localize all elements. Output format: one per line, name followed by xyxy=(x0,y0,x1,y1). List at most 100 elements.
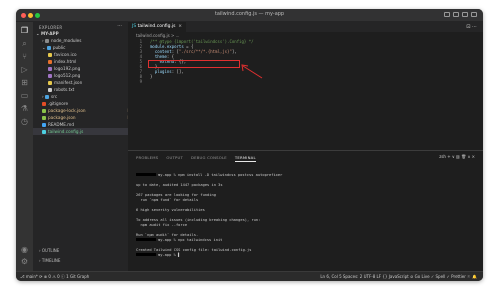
workspace-root[interactable]: ⌄ MY-APP xyxy=(33,30,131,37)
code-token: : [], xyxy=(171,69,184,74)
redacted-username xyxy=(136,173,156,176)
terminal-line: up to date, audited 1447 packages in 3s xyxy=(136,183,223,188)
panel-tab[interactable]: TERMINAL xyxy=(234,155,256,162)
tree-item-label: node_modules xyxy=(51,38,82,43)
panel-tab[interactable]: OUTPUT xyxy=(166,155,183,162)
tree-item[interactable]: index.html xyxy=(33,58,143,65)
tree-item-label: README.md xyxy=(48,122,74,127)
terminal-text: Created Tailwind CSS config file: tailwi… xyxy=(136,248,252,252)
tree-item[interactable]: logo192.png xyxy=(33,65,143,72)
extensions-icon[interactable]: ⊞ xyxy=(20,79,29,87)
terminal-text: 6 high severity vulnerabilities xyxy=(136,208,205,212)
tree-item-label: package.json xyxy=(48,115,76,120)
redacted-username xyxy=(136,253,156,256)
file-icon xyxy=(48,87,52,92)
toggle-sidebar-icon[interactable] xyxy=(444,12,450,17)
close-tab-icon[interactable]: × xyxy=(178,22,182,32)
breadcrumb[interactable]: tailwind.config.js > ... xyxy=(136,33,179,38)
redacted-username xyxy=(136,238,156,241)
panel-tab[interactable]: PROBLEMS xyxy=(136,155,158,162)
bottom-panel: PROBLEMS OUTPUT DEBUG CONSOLE TERMINAL zsh … xyxy=(128,150,483,272)
git-graph-icon[interactable]: ◷ xyxy=(20,118,29,126)
settings-gear-icon[interactable]: ⚙ xyxy=(20,258,29,266)
tree-item[interactable]: .gitignore xyxy=(33,100,137,107)
tree-item[interactable]: README.md xyxy=(33,121,137,128)
tree-item[interactable]: robots.txt xyxy=(33,86,143,93)
terminal-text: my-app % ▌ xyxy=(158,253,181,257)
tree-item[interactable]: ⌄ public xyxy=(33,44,137,51)
source-control-icon[interactable]: ⑂ xyxy=(20,53,29,61)
outline-section[interactable]: › OUTLINE xyxy=(39,248,59,253)
run-debug-icon[interactable]: ▷ xyxy=(20,66,29,74)
folder-icon xyxy=(46,45,51,50)
line-number: 9 xyxy=(139,79,142,84)
tree-item[interactable]: favicon.ico xyxy=(33,51,143,58)
timeline-section[interactable]: › TIMELINE xyxy=(39,258,60,263)
terminal-line: npm audit fix --force xyxy=(136,223,187,228)
file-icon xyxy=(48,80,52,85)
code-token: ], xyxy=(231,49,237,54)
file-icon xyxy=(48,73,52,78)
file-icon xyxy=(48,52,52,57)
tree-item-label: index.html xyxy=(54,59,77,64)
annotation-arrow xyxy=(241,64,263,79)
tree-item[interactable]: manifest.json xyxy=(33,79,143,86)
code-token: "./src/**/*.{html,js}" xyxy=(178,49,232,54)
account-icon[interactable]: ◉ xyxy=(20,246,29,254)
terminal-line: my-app % npx tailwindcss init xyxy=(136,238,222,243)
folder-icon xyxy=(45,94,50,99)
terminal-text: npm audit fix --force xyxy=(136,223,188,227)
search-icon[interactable]: ⌕ xyxy=(20,40,29,48)
status-left[interactable]: ⎇ main* ⟳ ⊗ 0 ⚠ 0 ⓘ 1 Git Graph xyxy=(20,274,89,280)
explorer-sidebar: EXPLORER ··· ⌄ MY-APP › node_modules ⌄ pu… xyxy=(33,22,137,271)
window-title: tailwind.config.js — my-app xyxy=(214,11,285,17)
tree-item[interactable]: package.jsonM xyxy=(33,114,137,121)
file-icon xyxy=(42,122,46,127)
title-bar: tailwind.config.js — my-app xyxy=(16,9,483,22)
folder-icon xyxy=(45,38,50,43)
code-token: } xyxy=(150,74,153,79)
terminal-text: my-app % npx tailwindcss init xyxy=(158,238,223,242)
vscode-window: tailwind.config.js — my-app ❐ ⌕ ⑂ ▷ ⊞ ▭ … xyxy=(16,9,483,281)
terminal-actions[interactable]: zsh + ∨ ▥ 🗑 ∧ × xyxy=(439,154,475,159)
file-icon xyxy=(42,108,46,113)
tree-item[interactable]: tailwind.config.jsU xyxy=(33,128,137,135)
activity-bar: ❐ ⌕ ⑂ ▷ ⊞ ▭ ⚗ ◷ ◉ ⚙ xyxy=(16,22,33,271)
editor-actions[interactable]: ⊡ ⋯ xyxy=(466,24,477,30)
panel-tab[interactable]: DEBUG CONSOLE xyxy=(191,155,227,162)
tree-item[interactable]: package-lock.jsonM xyxy=(33,107,137,114)
tab-tailwind-config[interactable]: JS tailwind.config.js × xyxy=(128,22,186,32)
terminal-text: my-app % npm install -D tailwindcss post… xyxy=(158,173,283,177)
file-icon xyxy=(48,59,52,64)
status-bar: ⎇ main* ⟳ ⊗ 0 ⚠ 0 ⓘ 1 Git Graph Ln 6, Co… xyxy=(16,271,483,281)
tree-item-label: tailwind.config.js xyxy=(48,129,84,134)
editor-area: JS tailwind.config.js × ⊡ ⋯ tailwind.con… xyxy=(128,22,483,272)
file-icon xyxy=(42,115,46,120)
terminal-text: up to date, audited 1447 packages in 3s xyxy=(136,183,223,187)
tree-item-label: package-lock.json xyxy=(48,108,86,113)
status-right[interactable]: Ln 6, Col 5 Spaces: 2 UTF-8 LF {} JavaSc… xyxy=(320,274,477,279)
annotation-highlight-box xyxy=(148,60,240,68)
tree-item-label: .gitignore xyxy=(48,101,69,106)
remote-explorer-icon[interactable]: ▭ xyxy=(20,92,29,100)
terminal-text: 267 packages are looking for funding xyxy=(136,193,216,197)
tree-item[interactable]: › node_modules xyxy=(33,37,137,44)
code-token: plugins xyxy=(150,69,172,74)
tree-item-label: manifest.json xyxy=(54,80,83,85)
testing-icon[interactable]: ⚗ xyxy=(20,105,29,113)
file-icon xyxy=(42,101,46,106)
terminal-text: run `npm fund` for details xyxy=(136,198,199,202)
panel-tabs: PROBLEMS OUTPUT DEBUG CONSOLE TERMINAL xyxy=(136,155,256,162)
tree-item[interactable]: › src xyxy=(33,93,137,100)
explorer-more-icon[interactable]: ··· xyxy=(117,23,122,29)
toggle-panel-icon[interactable] xyxy=(453,12,459,17)
file-icon xyxy=(42,129,46,134)
layout-controls xyxy=(444,12,477,17)
tree-item[interactable]: logo512.png xyxy=(33,72,143,79)
terminal-line: 6 high severity vulnerabilities xyxy=(136,208,205,213)
toggle-secondary-sidebar-icon[interactable] xyxy=(462,12,468,17)
file-icon xyxy=(48,66,52,71)
terminal-line: my-app % ▌ xyxy=(136,253,180,258)
customize-layout-icon[interactable] xyxy=(471,12,477,17)
explorer-icon[interactable]: ❐ xyxy=(20,27,29,35)
